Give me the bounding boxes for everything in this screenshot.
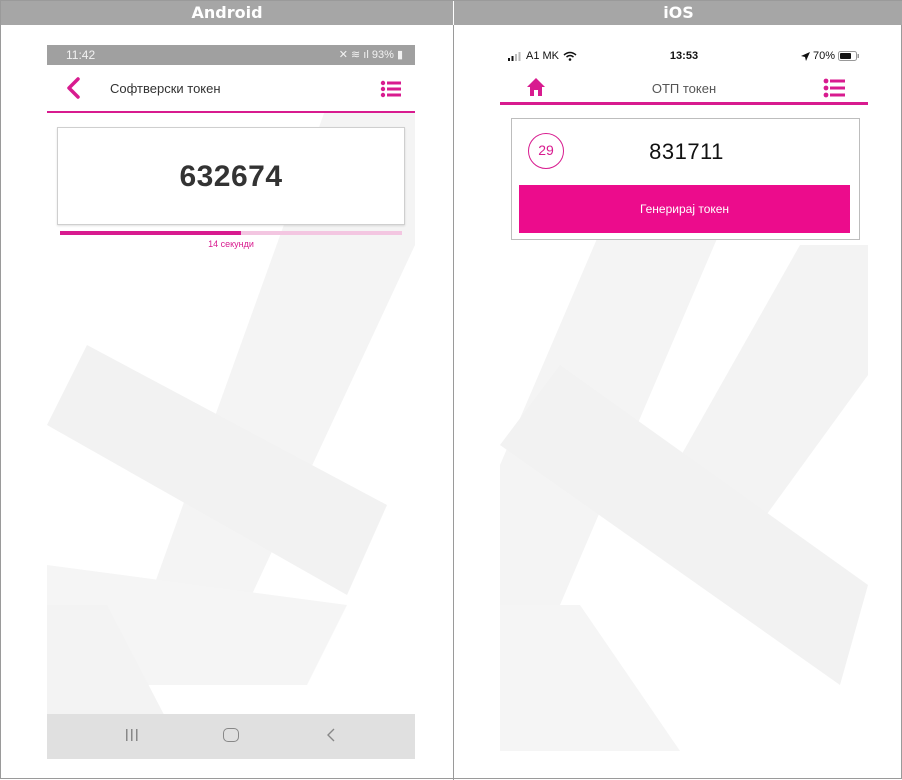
battery-icon [838, 51, 859, 61]
token-card: 29 831711 Генерирај токен [511, 118, 860, 240]
system-nav-bar [47, 714, 415, 759]
seconds-remaining: 14 секунди [208, 239, 254, 249]
list-menu-icon[interactable] [379, 77, 403, 101]
battery-percent: 93% [371, 49, 394, 61]
android-screen: 11:42 ✕ ≋ ıl 93% ▮ Софтверски токен 6326… [47, 45, 415, 759]
home-button-icon[interactable] [223, 728, 239, 742]
battery-icon: ▮ [393, 49, 403, 61]
recent-apps-icon[interactable] [125, 727, 139, 743]
status-time: 11:42 [66, 48, 96, 62]
status-indicators: ✕ ≋ ıl 93% ▮ [339, 48, 403, 61]
nav-bar: ОТП токен [500, 73, 868, 105]
battery-percent: 70% [812, 50, 835, 62]
status-bar: 11:42 ✕ ≋ ıl 93% ▮ [47, 45, 415, 65]
token-code: 632674 [179, 160, 283, 193]
generate-token-button[interactable]: Генерирај токен [519, 185, 850, 233]
android-column-header: Android [1, 1, 453, 25]
signal-icon: ✕ ≋ ıl [338, 49, 372, 61]
token-progress-fill [60, 231, 242, 235]
token-progress-bar [60, 231, 402, 235]
page-title: ОТП токен [651, 81, 717, 96]
back-icon[interactable] [325, 727, 337, 743]
ios-column-header: iOS [454, 1, 902, 25]
app-bar: Софтверски токен [47, 65, 415, 113]
column-divider [453, 25, 454, 780]
status-indicators: 70% [800, 50, 860, 62]
chevron-left-icon[interactable] [61, 75, 87, 101]
ios-screen: A1 MK 13:53 70% ОТП токен 29 831711 Гене… [500, 45, 868, 751]
location-arrow-icon [800, 51, 810, 61]
token-code: 831711 [649, 139, 724, 164]
status-bar: A1 MK 13:53 70% [500, 45, 868, 69]
list-menu-icon[interactable] [822, 76, 846, 100]
page-title: Софтверски токен [110, 81, 221, 96]
token-card: 632674 [57, 127, 405, 225]
